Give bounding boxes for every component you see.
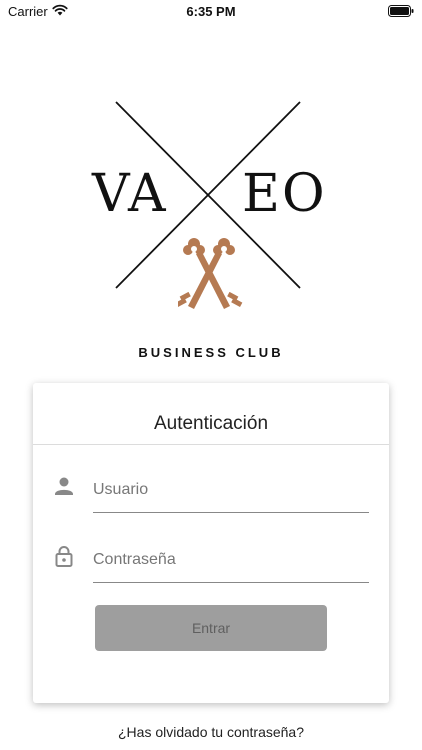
card-title: Autenticación <box>153 413 269 434</box>
crossed-keys-icon <box>178 238 243 309</box>
lock-icon <box>55 546 73 567</box>
brand-logo: VA EO <box>88 96 336 326</box>
status-time: 6:35 PM <box>186 4 236 19</box>
login-card: Autenticación Entrar <box>33 383 389 703</box>
password-field <box>53 538 369 588</box>
login-button[interactable]: Entrar <box>95 605 327 651</box>
battery-icon <box>388 5 414 17</box>
username-input[interactable] <box>93 468 369 513</box>
brand-tagline: BUSINESS CLUB <box>138 345 284 360</box>
username-field <box>53 468 369 518</box>
password-input[interactable] <box>93 538 369 583</box>
card-divider <box>33 444 389 445</box>
status-bar: Carrier 6:35 PM <box>0 0 422 24</box>
logo-text-right: EO <box>242 164 327 224</box>
logo-text-left: VA <box>92 164 168 224</box>
forgot-password-link[interactable]: ¿Has olvidado tu contraseña? <box>0 724 422 740</box>
person-icon <box>55 477 73 495</box>
